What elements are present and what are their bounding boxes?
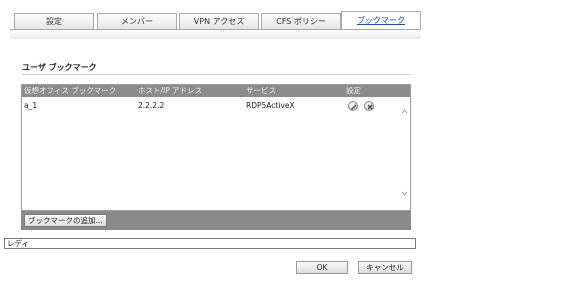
table-row[interactable]: a_1 2.2.2.2 RDP5ActiveX — [22, 99, 397, 113]
scroll-up-icon[interactable] — [400, 107, 409, 116]
edit-icon[interactable] — [348, 101, 358, 111]
status-field: レディ — [4, 238, 416, 249]
tab-bookmarks-label: ブックマーク — [357, 16, 405, 25]
bookmark-service: RDP5ActiveX — [246, 101, 295, 110]
column-bookmark[interactable]: 仮想オフィス ブックマーク — [24, 85, 116, 97]
table-footer: ブックマークの追加... — [21, 211, 411, 230]
column-service[interactable]: サービス — [246, 85, 276, 97]
delete-icon[interactable] — [364, 101, 374, 111]
tab-settings[interactable]: 設定 — [14, 13, 94, 29]
column-host[interactable]: ホスト/IP アドレス — [138, 85, 202, 97]
tab-settings-label: 設定 — [46, 17, 62, 26]
bookmark-table: 仮想オフィス ブックマーク ホスト/IP アドレス サービス 設定 a_1 2.… — [21, 84, 411, 211]
column-settings: 設定 — [346, 86, 361, 95]
bookmark-name: a_1 — [24, 101, 38, 110]
section-title: ユーザ ブックマーク — [22, 63, 97, 72]
tab-cfs-policy-label: CFS ポリシー — [276, 17, 326, 26]
tab-vpn-access[interactable]: VPN アクセス — [179, 13, 259, 29]
scroll-down-icon[interactable] — [400, 189, 409, 198]
tab-bookmarks[interactable]: ブックマーク — [341, 11, 421, 30]
ok-button[interactable]: OK — [296, 261, 348, 274]
tab-members[interactable]: メンバー — [97, 13, 177, 29]
cancel-button[interactable]: キャンセル — [358, 261, 412, 274]
tab-members-label: メンバー — [121, 17, 153, 26]
add-bookmark-button[interactable]: ブックマークの追加... — [24, 214, 107, 227]
bookmark-host: 2.2.2.2 — [138, 101, 165, 110]
tab-vpn-access-label: VPN アクセス — [193, 17, 245, 26]
header-band — [10, 30, 421, 39]
tab-bar: 設定 メンバー VPN アクセス CFS ポリシー ブックマーク — [10, 11, 421, 30]
section-divider — [22, 74, 411, 75]
tab-cfs-policy[interactable]: CFS ポリシー — [261, 13, 341, 29]
table-header: 仮想オフィス ブックマーク ホスト/IP アドレス サービス 設定 — [22, 85, 410, 97]
